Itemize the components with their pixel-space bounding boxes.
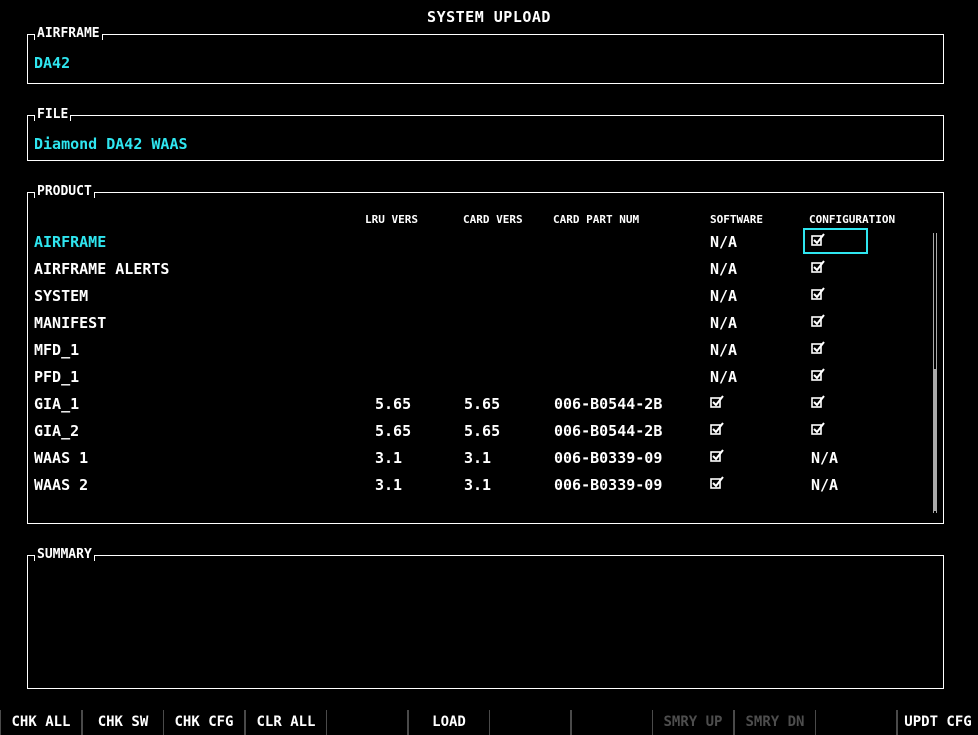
product-name: PFD_1 <box>34 368 80 386</box>
softkey-chk-cfg[interactable]: CHK CFG <box>164 710 244 735</box>
softkey-updt-cfg[interactable]: UPDT CFG <box>898 710 978 735</box>
product-name: MFD_1 <box>34 341 80 359</box>
checkbox-checked-icon <box>811 287 825 300</box>
table-row[interactable]: SYSTEM N/A <box>28 283 943 310</box>
checkbox-checked-icon <box>710 422 724 435</box>
product-name: WAAS 1 <box>34 449 89 467</box>
lru-version: 5.65 <box>375 395 412 413</box>
airframe-panel: AIRFRAME DA42 <box>27 26 944 84</box>
checkbox-checked-icon <box>811 341 825 354</box>
softkey-clr-all[interactable]: CLR ALL <box>246 710 326 735</box>
table-row[interactable]: AIRFRAME N/A <box>28 228 943 256</box>
table-row[interactable]: GIA_1 5.65 5.65 006-B0544-2B <box>28 391 943 418</box>
card-version: 3.1 <box>464 476 492 494</box>
software-status[interactable]: N/A <box>710 368 737 386</box>
checkbox-checked-icon <box>811 260 825 273</box>
configuration-status[interactable]: N/A <box>811 449 838 467</box>
checkbox-checked-icon <box>710 476 724 489</box>
product-name: WAAS 2 <box>34 476 89 494</box>
configuration-status[interactable]: N/A <box>811 476 838 494</box>
softkey-chk-all[interactable]: CHK ALL <box>1 710 81 735</box>
configuration-status[interactable] <box>811 395 825 413</box>
softkey-load[interactable]: LOAD <box>409 710 489 735</box>
col-software: SOFTWARE <box>710 213 763 226</box>
softkey-blank <box>816 710 896 735</box>
col-configuration: CONFIGURATION <box>809 213 896 226</box>
software-status[interactable]: N/A <box>710 233 737 251</box>
software-status[interactable] <box>710 476 724 494</box>
card-version: 5.65 <box>464 422 501 440</box>
lru-version: 5.65 <box>375 422 412 440</box>
configuration-status[interactable] <box>811 314 825 332</box>
file-value[interactable]: Diamond DA42 WAAS <box>34 135 188 153</box>
checkbox-checked-icon <box>811 422 825 435</box>
table-row[interactable]: AIRFRAME ALERTS N/A <box>28 256 943 283</box>
file-panel: FILE Diamond DA42 WAAS <box>27 107 944 161</box>
softkey-chk-sw[interactable]: CHK SW <box>83 710 163 735</box>
summary-label: SUMMARY <box>34 547 95 563</box>
softkey-blank <box>490 710 570 735</box>
lru-version: 3.1 <box>375 449 403 467</box>
table-row[interactable]: GIA_2 5.65 5.65 006-B0544-2B <box>28 418 943 445</box>
airframe-label: AIRFRAME <box>34 26 103 42</box>
software-status[interactable]: N/A <box>710 287 737 305</box>
card-version: 5.65 <box>464 395 501 413</box>
card-part-num: 006-B0544-2B <box>554 395 663 413</box>
checkbox-checked-icon <box>710 449 724 462</box>
card-version: 3.1 <box>464 449 492 467</box>
scrollbar-thumb[interactable] <box>933 369 937 511</box>
checkbox-checked-icon <box>811 395 825 408</box>
product-label: PRODUCT <box>34 184 95 200</box>
product-name: SYSTEM <box>34 287 89 305</box>
configuration-status[interactable] <box>811 287 825 305</box>
card-part-num: 006-B0339-09 <box>554 449 663 467</box>
table-row[interactable]: PFD_1 N/A <box>28 364 943 391</box>
checkbox-checked-icon <box>811 368 825 381</box>
table-row[interactable]: WAAS 2 3.1 3.1 006-B0339-09 N/A <box>28 472 943 499</box>
checkbox-checked-icon <box>710 395 724 408</box>
lru-version: 3.1 <box>375 476 403 494</box>
softkey-bar: CHK ALL CHK SW CHK CFG CLR ALL LOAD SMRY UP SM… <box>0 710 978 735</box>
configuration-status[interactable] <box>811 233 825 251</box>
checkbox-checked-icon <box>811 314 825 327</box>
configuration-status[interactable] <box>811 368 825 386</box>
software-status[interactable] <box>710 449 724 467</box>
card-part-num: 006-B0339-09 <box>554 476 663 494</box>
softkey-smry-up: SMRY UP <box>653 710 733 735</box>
product-name: AIRFRAME <box>34 233 107 251</box>
product-panel: PRODUCT LRU VERS CARD VERS CARD PART NUM… <box>27 184 944 524</box>
page-title: SYSTEM UPLOAD <box>427 8 551 26</box>
software-status[interactable] <box>710 395 724 413</box>
product-name: AIRFRAME ALERTS <box>34 260 170 278</box>
product-name: MANIFEST <box>34 314 107 332</box>
softkey-blank <box>327 710 407 735</box>
table-row[interactable]: MFD_1 N/A <box>28 337 943 364</box>
configuration-status[interactable] <box>811 341 825 359</box>
table-row[interactable]: WAAS 1 3.1 3.1 006-B0339-09 N/A <box>28 445 943 472</box>
softkey-blank <box>572 710 652 735</box>
col-lru-vers: LRU VERS <box>365 213 418 226</box>
col-card-vers: CARD VERS <box>463 213 523 226</box>
software-status[interactable]: N/A <box>710 341 737 359</box>
configuration-status[interactable] <box>811 260 825 278</box>
summary-panel: SUMMARY <box>27 547 944 689</box>
software-status[interactable]: N/A <box>710 260 737 278</box>
airframe-value[interactable]: DA42 <box>34 54 70 72</box>
checkbox-checked-icon <box>811 233 825 246</box>
col-card-part-num: CARD PART NUM <box>553 213 640 226</box>
softkey-smry-dn: SMRY DN <box>735 710 815 735</box>
file-label: FILE <box>34 107 72 123</box>
product-name: GIA_1 <box>34 395 80 413</box>
software-status[interactable] <box>710 422 724 440</box>
configuration-status[interactable] <box>811 422 825 440</box>
card-part-num: 006-B0544-2B <box>554 422 663 440</box>
software-status[interactable]: N/A <box>710 314 737 332</box>
product-name: GIA_2 <box>34 422 80 440</box>
table-row[interactable]: MANIFEST N/A <box>28 310 943 337</box>
